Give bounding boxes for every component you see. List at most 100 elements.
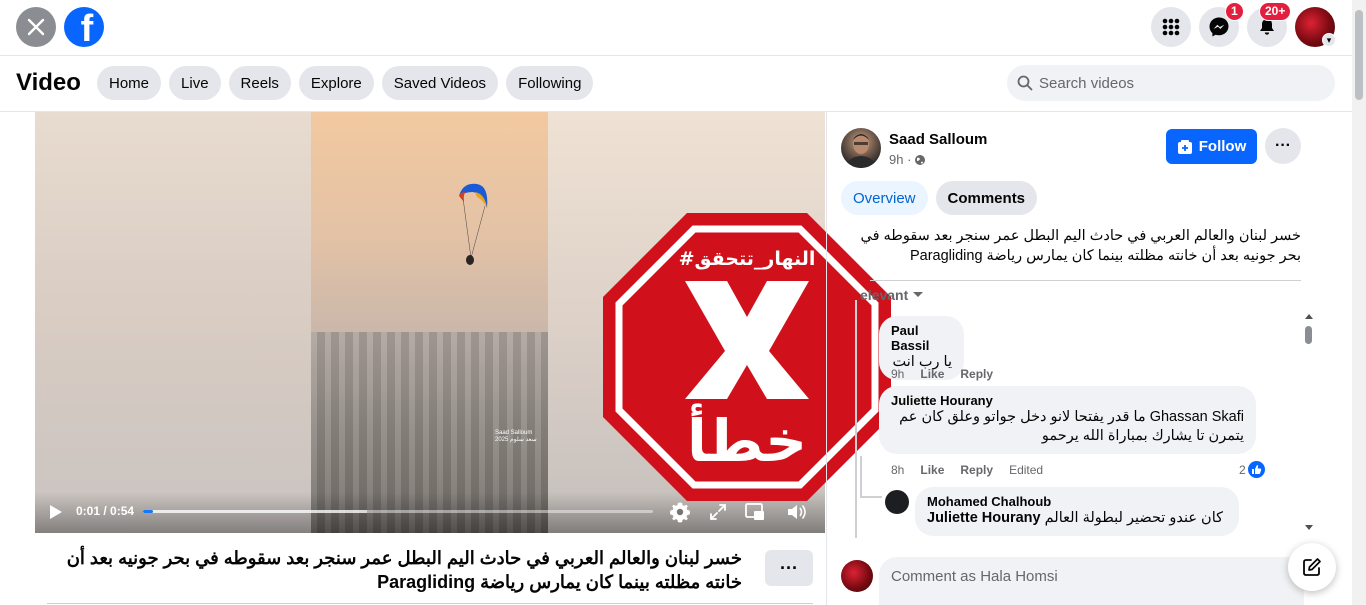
- progress-bar[interactable]: [143, 510, 653, 513]
- reply-author[interactable]: Mohamed Chalhoub: [927, 494, 1227, 509]
- comment-sort-dropdown[interactable]: elevant: [860, 287, 924, 303]
- follow-button[interactable]: Follow: [1166, 129, 1257, 164]
- video-blur-left: [35, 112, 311, 533]
- follow-icon: [1177, 139, 1192, 154]
- like-button[interactable]: Like: [920, 463, 944, 477]
- search-icon: [1017, 75, 1033, 91]
- globe-icon: [915, 154, 926, 165]
- author-avatar[interactable]: [841, 128, 881, 168]
- tab-explore[interactable]: Explore: [298, 66, 374, 100]
- tab-home[interactable]: Home: [97, 66, 162, 100]
- reply-text-row: Juliette Hourany كان عندو تحضير لبطولة ا…: [927, 509, 1227, 528]
- stamp-hashtag: #النهار_تتحقق: [679, 248, 816, 270]
- comment-bubble: Juliette Hourany Ghassan Skafi ما قدر يف…: [879, 386, 1256, 454]
- tab-overview[interactable]: Overview: [841, 181, 928, 215]
- comment-time[interactable]: 9h: [891, 367, 904, 381]
- close-button[interactable]: [16, 7, 56, 47]
- progress-fill: [143, 510, 154, 513]
- facebook-logo-letter: f: [80, 8, 94, 47]
- notifications-badge: 20+: [1259, 2, 1292, 21]
- composer-avatar[interactable]: [841, 560, 873, 592]
- reply-button[interactable]: Reply: [960, 463, 993, 477]
- menu-button[interactable]: [1151, 7, 1191, 47]
- play-button[interactable]: [49, 504, 63, 525]
- reply-button[interactable]: Reply: [960, 367, 993, 381]
- tab-reels[interactable]: Reels: [228, 66, 291, 100]
- comment-time[interactable]: 8h: [891, 463, 904, 477]
- like-reaction-icon: [1247, 461, 1265, 478]
- pip-button[interactable]: [743, 500, 767, 524]
- comments-scrollbar[interactable]: [1301, 312, 1317, 534]
- compose-icon: [1303, 558, 1321, 576]
- gear-icon: [670, 502, 690, 523]
- like-button[interactable]: Like: [920, 367, 944, 381]
- video-nav: Video Home Live Reels Explore Saved Vide…: [0, 56, 1352, 112]
- grid-menu-icon: [1162, 18, 1180, 36]
- comments-scroll-thumb[interactable]: [1305, 326, 1312, 344]
- volume-button[interactable]: [785, 500, 809, 524]
- progress-buffer: [143, 510, 368, 513]
- more-icon: ···: [780, 557, 798, 578]
- stamp-verdict: خطأ: [687, 403, 807, 475]
- edited-label: Edited: [1009, 463, 1044, 477]
- close-icon: [27, 18, 45, 36]
- video-caption: خسر لبنان والعالم العربي في حادث اليم ال…: [66, 548, 742, 592]
- tab-live[interactable]: Live: [169, 66, 221, 100]
- tab-comments[interactable]: Comments: [935, 181, 1038, 215]
- top-bar: f 1 20+ ▾: [0, 0, 1366, 56]
- reply-avatar[interactable]: [885, 490, 909, 514]
- post-time-text: 9h ·: [889, 152, 912, 167]
- comment-actions: 9h Like Reply: [891, 367, 993, 381]
- comment-text-line-1: Ghassan Skafi ما قدر يفتحا لانو دخل جوات…: [899, 409, 1244, 425]
- comment-composer[interactable]: Comment as Hala Homsi: [879, 557, 1304, 605]
- paraglider-image: [459, 183, 488, 265]
- caption-more-button[interactable]: ···: [765, 550, 813, 586]
- comment-placeholder: Comment as Hala Homsi: [891, 568, 1058, 585]
- new-message-button[interactable]: [1288, 543, 1336, 591]
- page-title: Video: [16, 69, 81, 96]
- facebook-logo[interactable]: f: [64, 7, 104, 47]
- tab-saved-videos[interactable]: Saved Videos: [381, 66, 499, 100]
- tab-following[interactable]: Following: [506, 66, 594, 100]
- post-more-button[interactable]: ···: [1265, 128, 1301, 164]
- reply-bubble: Mohamed Chalhoub Juliette Hourany كان عن…: [915, 487, 1239, 536]
- author-name[interactable]: Saad Salloum: [889, 131, 987, 148]
- account-chevron-icon[interactable]: ▾: [1322, 33, 1336, 47]
- comment-author[interactable]: Paul Bassil: [891, 323, 952, 353]
- page-scroll-thumb[interactable]: [1355, 10, 1363, 100]
- watermark-line-2: سعد سلوم 2025: [495, 437, 537, 443]
- reaction-count[interactable]: 2: [1239, 461, 1265, 478]
- play-icon: [50, 505, 62, 519]
- search-input[interactable]: [1039, 74, 1319, 92]
- search-box[interactable]: [1007, 65, 1335, 101]
- reply-thread-line: [860, 456, 862, 496]
- page-scrollbar[interactable]: [1352, 0, 1366, 605]
- reply-connector: [860, 496, 882, 498]
- picture-in-picture-icon: [745, 503, 764, 520]
- messenger-icon: [1209, 17, 1229, 37]
- messenger-button[interactable]: 1: [1199, 2, 1244, 47]
- volume-icon: [788, 505, 806, 519]
- messenger-badge: 1: [1225, 2, 1244, 21]
- expand-icon: [710, 504, 726, 520]
- sort-label: elevant: [860, 287, 909, 303]
- reaction-number: 2: [1239, 462, 1246, 477]
- notifications-button[interactable]: 20+: [1247, 2, 1292, 47]
- follow-label: Follow: [1198, 138, 1247, 155]
- scroll-down-arrow-icon: [1305, 525, 1313, 530]
- post-divider: [870, 280, 1301, 281]
- fullscreen-button[interactable]: [706, 500, 730, 524]
- reply-text: كان عندو تحضير لبطولة العالم: [1044, 510, 1224, 526]
- author-photo: [845, 134, 877, 168]
- nav-tabs: Home Live Reels Explore Saved Videos Fol…: [97, 66, 594, 100]
- watermark-line-1: Saad Salloum: [495, 430, 533, 436]
- caption-divider: [47, 603, 813, 604]
- caret-down-icon: [913, 292, 924, 297]
- comment-author[interactable]: Juliette Hourany: [891, 393, 1244, 408]
- reply-mention[interactable]: Juliette Hourany: [927, 510, 1041, 526]
- scroll-up-arrow-icon: [1305, 314, 1313, 319]
- more-icon: ···: [1275, 137, 1291, 154]
- post-text: خسر لبنان والعالم العربي في حادث اليم ال…: [860, 228, 1301, 264]
- video-watermark: Saad Salloum سعد سلوم 2025: [495, 430, 537, 444]
- settings-button[interactable]: [668, 500, 692, 524]
